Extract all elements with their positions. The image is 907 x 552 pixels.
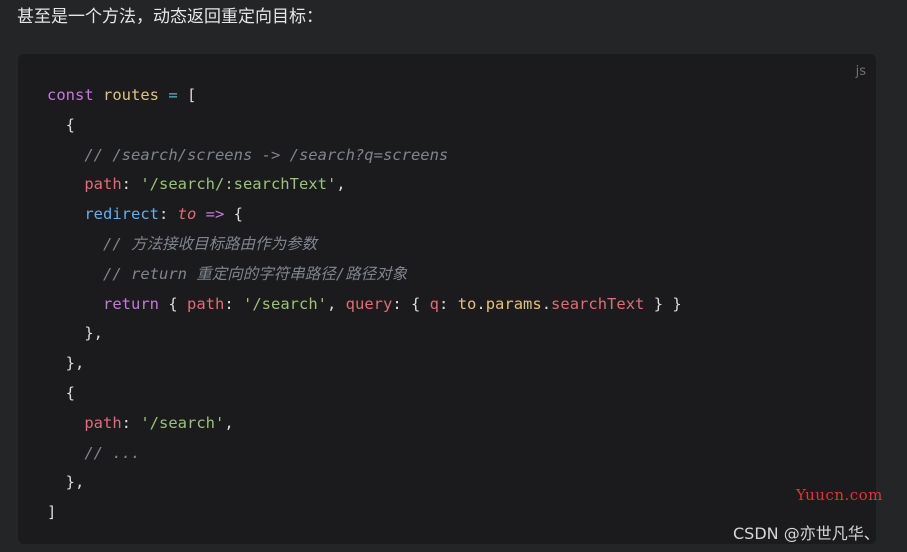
code-token: :	[158, 205, 178, 224]
code-token: [	[187, 86, 197, 104]
code-token: =	[159, 86, 188, 104]
code-line: },	[47, 349, 682, 379]
code-token: const	[47, 86, 94, 104]
code-line: // return 重定向的字符串路径/路径对象	[47, 260, 682, 290]
code-line: // 方法接收目标路由作为参数	[47, 230, 682, 260]
code-line: {	[47, 111, 682, 141]
code-token: {	[233, 205, 243, 224]
code-token: params	[485, 294, 542, 313]
code-token: path	[187, 294, 225, 313]
code-line: // /search/screens -> /search?q=screens	[47, 141, 682, 171]
code-token: =>	[196, 205, 234, 224]
code-token: path	[84, 413, 122, 432]
code-language-tag: js	[855, 64, 866, 79]
code-token: {	[47, 115, 75, 134]
code-content[interactable]: const routes = [ { // /search/screens ->…	[47, 81, 682, 528]
code-token: :	[224, 294, 243, 313]
code-token: {	[159, 294, 187, 313]
code-token: },	[47, 324, 103, 343]
code-line: path: '/search',	[47, 409, 682, 439]
code-token: :	[439, 294, 458, 313]
code-token: '/search'	[140, 413, 225, 432]
code-line: {	[47, 379, 682, 409]
code-token: ,	[224, 413, 234, 432]
code-line: ]	[47, 498, 682, 528]
code-line: return { path: '/search', query: { q: to…	[47, 290, 682, 320]
code-token: .	[476, 294, 486, 313]
code-token: query	[345, 294, 393, 313]
code-line: },	[47, 468, 682, 498]
code-line: const routes = [	[47, 81, 682, 111]
yuucn-watermark: Yuucn.com	[796, 486, 883, 504]
code-token: routes	[103, 86, 160, 104]
code-token: return	[103, 294, 159, 313]
code-token: '/search'	[243, 294, 327, 313]
code-token: '/search/:searchText'	[140, 175, 337, 194]
code-token: // 方法接收目标路由作为参数	[47, 234, 317, 253]
code-token: } }	[644, 294, 682, 313]
code-token: },	[47, 354, 85, 373]
code-token: to	[177, 205, 197, 224]
section-heading: 甚至是一个方法，动态返回重定向目标：	[17, 7, 323, 27]
code-token: },	[47, 473, 85, 492]
code-token: :	[121, 175, 141, 194]
code-token: // ...	[47, 443, 141, 462]
code-line: redirect: to => {	[47, 200, 682, 230]
code-token: // return 重定向的字符串路径/路径对象	[47, 264, 408, 283]
code-token: path	[84, 175, 122, 194]
code-token: :	[121, 413, 141, 432]
code-block: js const routes = [ { // /search/screens…	[18, 54, 876, 544]
csdn-author-watermark: CSDN @亦世凡华、	[733, 524, 880, 543]
code-token: : {	[392, 294, 430, 313]
code-token: .	[541, 294, 552, 313]
code-token: redirect	[84, 205, 159, 224]
code-token: q	[429, 294, 440, 313]
code-token: ]	[47, 503, 57, 522]
code-line: // ...	[47, 439, 682, 469]
code-token: ,	[336, 175, 346, 194]
code-token: {	[47, 383, 75, 402]
code-token: ,	[327, 294, 346, 313]
code-line: path: '/search/:searchText',	[47, 170, 682, 200]
code-token: to	[457, 294, 477, 313]
code-line: },	[47, 319, 682, 349]
code-token: searchText	[551, 294, 645, 313]
code-token: // /search/screens -> /search?q=screens	[47, 145, 449, 164]
